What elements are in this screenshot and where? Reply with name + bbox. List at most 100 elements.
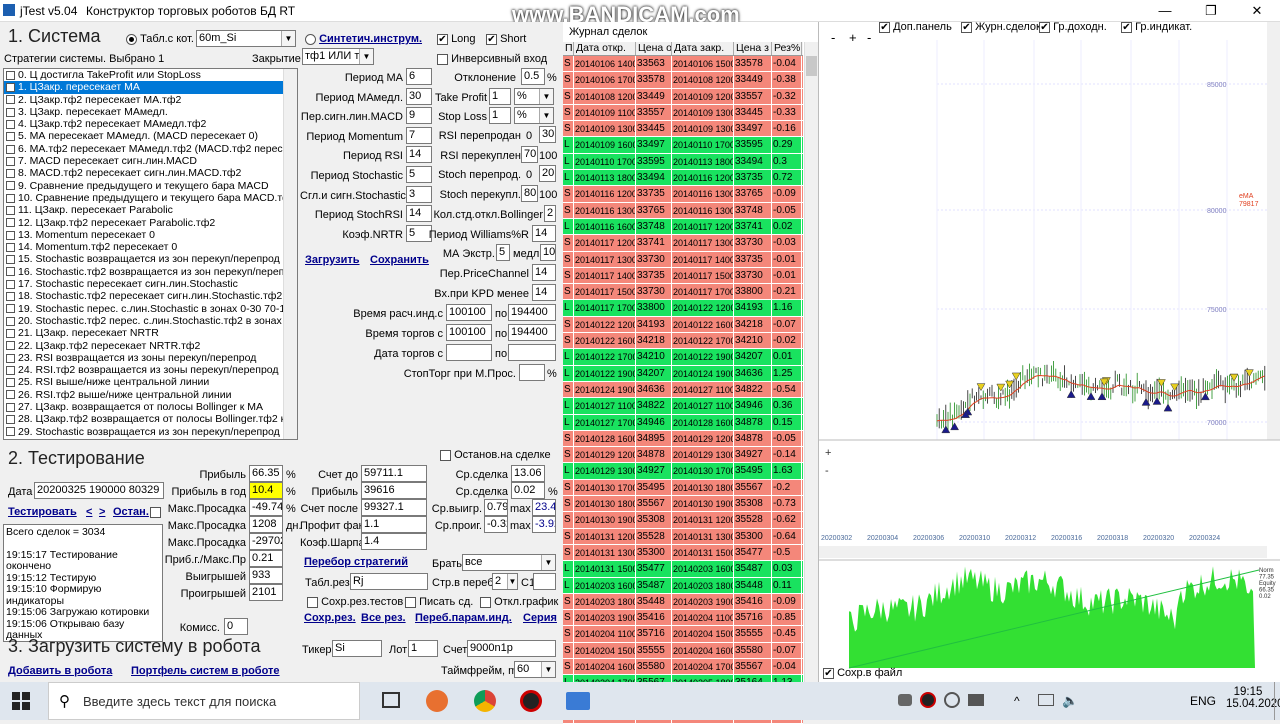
close-button[interactable]: ✕ bbox=[1234, 0, 1280, 22]
take-profit-field[interactable]: 1 bbox=[489, 88, 511, 105]
radio-synth[interactable]: Синтетич.инструм. bbox=[305, 33, 422, 45]
scroll-thumb[interactable] bbox=[806, 56, 817, 76]
strategy-item[interactable]: 26. RSI.тф2 выше/ниже центральной линии bbox=[4, 389, 297, 401]
radio-table[interactable]: Табл.с кот. bbox=[126, 33, 194, 45]
journal-row[interactable]: S20140117 13003373020140117 140033735-0.… bbox=[563, 252, 803, 268]
strategy-item[interactable]: 21. ЦЗакр. пересекает NRTR bbox=[4, 327, 297, 339]
journal-row[interactable]: L20140117 17003380020140122 1200341931.1… bbox=[563, 300, 803, 316]
strategy-item[interactable]: 3. ЦЗакр. пересекает МАмедл. bbox=[4, 106, 297, 118]
journal-row[interactable]: S20140108 12003344920140109 120033557-0.… bbox=[563, 89, 803, 105]
stop-on-trade-checkbox[interactable]: Останов.на сделке bbox=[440, 449, 551, 461]
write-checkbox[interactable]: Писать сд. bbox=[405, 596, 473, 608]
strategy-item[interactable]: 10. Сравнение предыдущего и текущего бар… bbox=[4, 192, 297, 204]
synth-link[interactable]: Синтетич.инструм. bbox=[319, 33, 422, 45]
journal-scrollbar[interactable] bbox=[804, 42, 818, 682]
calc-from-field[interactable]: 100100 bbox=[446, 304, 492, 321]
show-desktop-button[interactable] bbox=[1274, 682, 1280, 720]
journal-row[interactable]: S20140117 12003374120140117 130033730-0.… bbox=[563, 235, 803, 251]
journal-row[interactable]: S20140130 17003549520140130 180035567-0.… bbox=[563, 480, 803, 496]
deviation-field[interactable]: 0.5 bbox=[521, 68, 545, 85]
journal-row[interactable]: S20140116 12003373520140116 130033765-0.… bbox=[563, 186, 803, 202]
stoch-oversold-field[interactable]: 20 bbox=[539, 165, 556, 182]
strategy-item[interactable]: 28. ЦЗакр.тф2 возвращается от полосы Bol… bbox=[4, 413, 297, 425]
date-to-field[interactable] bbox=[508, 344, 556, 361]
save-file-checkbox[interactable]: ✔ Сохр.в файл bbox=[823, 667, 902, 679]
strategy-item[interactable]: 4. ЦЗакр.тф2 пересекает МАмедл.тф2 bbox=[4, 118, 297, 130]
trade-from-field[interactable]: 100100 bbox=[446, 324, 492, 341]
language-indicator[interactable]: ENG bbox=[1190, 694, 1216, 708]
strategy-item[interactable]: 14. Momentum.тф2 пересекает 0 bbox=[4, 241, 297, 253]
stop-loss-unit[interactable]: %▼ bbox=[514, 107, 554, 124]
journal-row[interactable]: S20140128 16003489520140129 120034878-0.… bbox=[563, 431, 803, 447]
journal-column-header[interactable]: Дата закр. bbox=[672, 42, 734, 55]
williams-field[interactable]: 14 bbox=[532, 225, 556, 242]
taskbar-search[interactable]: ⚲ Введите здесь текст для поиска bbox=[48, 682, 360, 720]
add-robot-link[interactable]: Добавить в робота bbox=[8, 665, 112, 677]
strategy-item[interactable]: 0. Ц достигла TakeProfit или StopLoss bbox=[4, 69, 297, 81]
next-link[interactable]: > bbox=[99, 506, 105, 518]
journal-row[interactable]: L20140129 13003492720140130 1700354951.6… bbox=[563, 463, 803, 479]
close-select[interactable]: тф1 ИЛИ тф▼ bbox=[302, 48, 374, 65]
stop-link[interactable]: Остан. bbox=[113, 506, 149, 518]
rsi-overbought-field[interactable]: 70 bbox=[521, 146, 538, 163]
journal-row[interactable]: L20140127 17003494620140128 1600348780.1… bbox=[563, 415, 803, 431]
long-checkbox[interactable]: ✔ Long bbox=[437, 33, 476, 45]
strategy-item[interactable]: 15. Stochastic возвращается из зон перек… bbox=[4, 253, 297, 265]
strategy-item[interactable]: 12. ЦЗакр.тф2 пересекает Parabolic.тф2 bbox=[4, 217, 297, 229]
journal-row[interactable]: S20140131 13003530020140131 150035477-0.… bbox=[563, 545, 803, 561]
journal-row[interactable]: L20140127 11003482220140127 1100349460.3… bbox=[563, 398, 803, 414]
test-date-field[interactable]: 20200325 190000 80329 bbox=[34, 482, 164, 499]
tray-icon[interactable] bbox=[898, 694, 912, 706]
menu-item-db[interactable]: БД RT bbox=[260, 4, 295, 18]
load-link[interactable]: Загрузить bbox=[305, 254, 360, 266]
tray-app-icon[interactable] bbox=[944, 692, 960, 708]
strategy-item[interactable]: 6. МА.тф2 пересекает МАмедл.тф2 (MACD.тф… bbox=[4, 143, 297, 155]
strategy-item[interactable]: 2. ЦЗакр.тф2 пересекает МА.тф2 bbox=[4, 94, 297, 106]
windows-start-icon[interactable] bbox=[12, 692, 30, 710]
strategy-item[interactable]: 20. Stochastic.тф2 перес. с.лин.Stochast… bbox=[4, 315, 297, 327]
journal-column-header[interactable]: Цена о bbox=[636, 42, 672, 55]
stop-loss-field[interactable]: 1 bbox=[489, 107, 511, 124]
list-scrollbar[interactable] bbox=[283, 69, 297, 439]
journal-row[interactable]: S20140131 12003552820140131 130035300-0.… bbox=[563, 529, 803, 545]
clock[interactable]: 19:15 15.04.2020 bbox=[1226, 686, 1270, 710]
strategy-item[interactable]: 27. ЦЗакр. возвращается от полосы Bollin… bbox=[4, 401, 297, 413]
journal-row[interactable]: S20140117 15003373020140117 170033800-0.… bbox=[563, 284, 803, 300]
all-res-link[interactable]: Все рез. bbox=[361, 612, 406, 624]
journal-row[interactable]: S20140130 19003530820140131 120035528-0.… bbox=[563, 512, 803, 528]
journal-row[interactable]: S20140204 15003555520140204 160035580-0.… bbox=[563, 643, 803, 659]
strategy-item[interactable]: 11. ЦЗакр. пересекает Parabolic bbox=[4, 204, 297, 216]
journal-column-header[interactable]: Цена з bbox=[734, 42, 772, 55]
journal-row[interactable]: S20140129 12003487820140129 130034927-0.… bbox=[563, 447, 803, 463]
journal-column-header[interactable]: Дата откр. bbox=[574, 42, 636, 55]
take-select[interactable]: все▼ bbox=[462, 554, 556, 571]
lot-field[interactable]: 1 bbox=[408, 640, 438, 657]
journal-row[interactable]: L20140109 16003349720140110 1700335950.2… bbox=[563, 137, 803, 153]
tray-record-icon[interactable] bbox=[920, 692, 936, 708]
strategy-item[interactable]: 29. Stochastic возвращается из зон перек… bbox=[4, 426, 297, 438]
enum-strategies-link[interactable]: Перебор стратегий bbox=[304, 556, 408, 568]
journal-row[interactable]: L20140203 16003548720140203 1800354480.1… bbox=[563, 578, 803, 594]
journal-row[interactable]: S20140204 16003558020140204 170035567-0.… bbox=[563, 659, 803, 675]
menu-item-constructor[interactable]: Конструктор торговых роботов bbox=[86, 4, 257, 18]
slow-field[interactable]: 10 bbox=[540, 244, 556, 261]
bandicam-icon[interactable] bbox=[520, 690, 542, 712]
journal-row[interactable]: S20140204 11003571620140204 150035555-0.… bbox=[563, 626, 803, 642]
journal-row[interactable]: L20140113 18003349420140116 1200337350.7… bbox=[563, 170, 803, 186]
journal-row[interactable]: S20140116 13003376520140116 130033748-0.… bbox=[563, 203, 803, 219]
journal-row[interactable]: L20140116 16003374820140117 1200337410.0… bbox=[563, 219, 803, 235]
journal-row[interactable]: L20140131 15003547720140203 1600354870.0… bbox=[563, 561, 803, 577]
chart-scrollbar[interactable] bbox=[1267, 22, 1280, 440]
strategy-item[interactable]: ✔1. ЦЗакр. пересекает МА bbox=[4, 81, 297, 93]
strategy-item[interactable]: 17. Stochastic пересекает сигн.лин.Stoch… bbox=[4, 278, 297, 290]
tray-window-icon[interactable] bbox=[968, 694, 984, 706]
journal-row[interactable]: S20140117 14003373520140117 150033730-0.… bbox=[563, 268, 803, 284]
journal-column-header[interactable]: Рез% bbox=[772, 42, 802, 55]
series-link[interactable]: Серия bbox=[523, 612, 557, 624]
prev-link[interactable]: < bbox=[86, 506, 92, 518]
save-tests-checkbox[interactable]: Сохр.рез.тестов bbox=[307, 596, 403, 608]
strategy-item[interactable]: 8. MACD.тф2 пересекает сигн.лин.MACD.тф2 bbox=[4, 167, 297, 179]
maximize-button[interactable]: ❐ bbox=[1188, 0, 1234, 22]
account-field[interactable]: 9000n1p bbox=[467, 640, 556, 657]
commission-field[interactable]: 0 bbox=[224, 618, 248, 635]
